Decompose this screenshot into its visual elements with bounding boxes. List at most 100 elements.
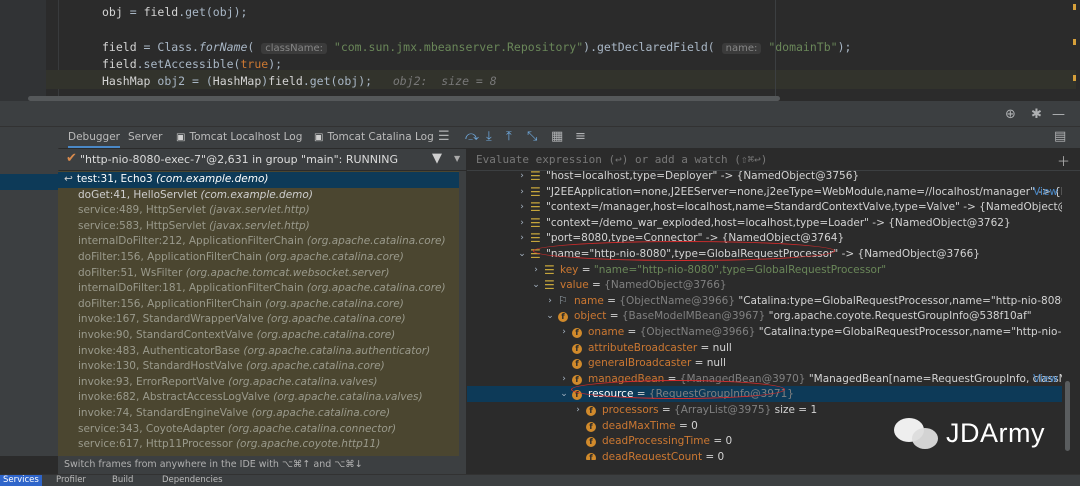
variable-name: generalBroadcaster <box>588 357 692 370</box>
status-dependencies[interactable]: Dependencies <box>162 475 223 486</box>
thread-selector[interactable]: ✔ "http-nio-8080-exec-7"@2,631 in group … <box>58 149 466 170</box>
frame-row[interactable]: service:617, Http11Processor (org.apache… <box>58 437 459 453</box>
variable-row[interactable]: ⌄ f object = {BaseModelMBean@3967} "org.ap… <box>467 308 1062 324</box>
tab-server[interactable]: Server <box>128 127 162 148</box>
frame-row[interactable]: internalDoFilter:181, ApplicationFilterC… <box>58 281 459 297</box>
tab-tomcat-localhost-log[interactable]: ▣ Tomcat Localhost Log <box>176 127 302 148</box>
expand-layout-icon[interactable]: ⊕ <box>1005 108 1016 122</box>
variable-row[interactable]: › ☰ key = "name="http-nio-8080",type=Globa… <box>467 262 1062 278</box>
frame-row[interactable]: service:583, HttpServlet (javax.servlet.… <box>58 219 459 235</box>
chevron-down-icon[interactable]: ⌄ <box>517 246 527 262</box>
map-entry-icon: ☰ <box>530 184 541 199</box>
frame-method: invoke:90, StandardContextValve <box>78 329 254 341</box>
frame-row[interactable]: invoke:483, AuthenticatorBase (org.apach… <box>58 344 459 360</box>
tab-debugger[interactable]: Debugger <box>68 127 120 148</box>
step-over-icon[interactable]: ⤼ <box>465 129 479 145</box>
show-execution-point-icon[interactable]: ☰ <box>438 129 450 145</box>
variable-row[interactable]: › ☰ "J2EEApplication=none,J2EEServer=none,… <box>467 184 1062 200</box>
step-out-icon[interactable]: ⤒ <box>506 129 512 145</box>
chevron-right-icon[interactable]: › <box>573 402 583 418</box>
warning-marker[interactable] <box>1073 75 1076 81</box>
frames-list[interactable]: ↩ test:31, Echo3 (com.example.demo) doGet:… <box>58 171 459 456</box>
frame-method: doGet:41, HelloServlet <box>78 188 198 201</box>
chevron-right-icon[interactable]: › <box>531 262 541 278</box>
frame-row[interactable]: invoke:167, StandardWrapperValve (org.ap… <box>58 312 459 328</box>
variable-row[interactable]: f generalBroadcaster = null <box>467 355 1062 371</box>
filter-icon[interactable]: ▼ <box>432 151 442 166</box>
variable-row[interactable]: › ☰ "host=localhost,type=Deployer" -> {Nam… <box>467 171 1062 184</box>
frame-row[interactable]: internalDoFilter:212, ApplicationFilterC… <box>58 234 459 250</box>
code-line[interactable]: HashMap obj2 = (HashMap)field.get(obj); … <box>102 72 497 90</box>
chevron-down-icon[interactable]: ⌄ <box>559 386 569 402</box>
variable-row[interactable]: › f oname = {ObjectName@3966} "Catalina:ty… <box>467 324 1062 340</box>
view-link[interactable]: View <box>1033 184 1058 200</box>
chevron-right-icon[interactable]: › <box>517 230 527 246</box>
warning-marker[interactable] <box>1073 4 1076 10</box>
layout-settings-icon[interactable]: ▤ <box>1054 129 1066 145</box>
status-profiler[interactable]: Profiler <box>56 475 86 486</box>
frame-row[interactable]: invoke:90, StandardContextValve (org.apa… <box>58 328 459 344</box>
code-line[interactable]: field.setAccessible(true); <box>102 55 282 73</box>
evaluate-expression-icon[interactable]: ▦ <box>551 129 563 145</box>
chevron-right-icon[interactable]: › <box>559 371 569 387</box>
variable-value: {BaseModelMBean@3967} <box>621 310 769 323</box>
code-token: field <box>102 40 137 54</box>
run-to-cursor-icon[interactable]: ⤡ <box>527 129 537 145</box>
frame-row[interactable]: doGet:41, HelloServlet (com.example.demo… <box>58 188 459 204</box>
variable-value: "context=/manager,host=localhost,name=St… <box>546 201 1062 214</box>
minimize-icon[interactable]: — <box>1052 108 1065 122</box>
chevron-right-icon[interactable]: › <box>517 171 527 184</box>
chevron-right-icon[interactable]: › <box>517 215 527 231</box>
frame-method: service:343, CoyoteAdapter <box>78 422 225 435</box>
step-into-icon[interactable]: ⤓ <box>486 129 492 145</box>
code-line[interactable]: obj = field.get(obj); <box>102 3 247 21</box>
frame-row[interactable]: service:489, HttpServlet (javax.servlet.… <box>58 203 459 219</box>
code-token: ( <box>247 40 262 54</box>
variable-value: "context=/demo_war_exploded,host=localho… <box>546 216 1011 229</box>
variable-name: value <box>560 279 589 292</box>
frame-row[interactable]: service:343, CoyoteAdapter (org.apache.c… <box>58 422 459 438</box>
code-token: = <box>122 5 144 19</box>
frame-row[interactable]: invoke:93, ErrorReportValve (org.apache.… <box>58 375 459 391</box>
variables-scrollbar[interactable] <box>1062 171 1080 460</box>
code-line[interactable]: field = Class.forName( className: "com.s… <box>102 38 851 56</box>
frame-row[interactable]: doFilter:156, ApplicationFilterChain (or… <box>58 297 459 313</box>
frame-row[interactable]: ↩ test:31, Echo3 (com.example.demo) <box>58 172 459 188</box>
variable-value: "host=localhost,type=Deployer" -> {Named… <box>546 171 860 182</box>
frame-row[interactable]: invoke:682, AbstractAccessLogValve (org.… <box>58 390 459 406</box>
variable-row[interactable]: › ☰ "context=/demo_war_exploded,host=local… <box>467 215 1062 231</box>
view-link[interactable]: View <box>1033 371 1058 387</box>
variable-name: deadMaxTime <box>602 419 676 432</box>
frame-package: (org.apache.catalina.core) <box>306 235 446 248</box>
frame-row[interactable]: invoke:74, StandardEngineValve (org.apac… <box>58 406 459 422</box>
frames-hint: Switch frames from anywhere in the IDE w… <box>58 456 466 474</box>
frame-row[interactable]: doFilter:51, WsFilter (org.apache.tomcat… <box>58 266 459 282</box>
status-services[interactable]: Services <box>0 475 42 486</box>
warning-marker[interactable] <box>1073 39 1076 45</box>
frame-row[interactable]: invoke:130, StandardHostValve (org.apach… <box>58 359 459 375</box>
code-token: ); <box>268 57 283 71</box>
status-build[interactable]: Build <box>112 475 133 486</box>
evaluate-expression-bar[interactable]: Evaluate expression (↩) or add a watch (… <box>467 149 1080 171</box>
parameter-hint: className: <box>261 43 327 54</box>
variable-row[interactable]: f attributeBroadcaster = null <box>467 340 1062 356</box>
chevron-down-icon[interactable]: ⌄ <box>531 277 541 293</box>
restore-layout-icon[interactable]: ≡ <box>575 129 586 145</box>
frame-row[interactable]: doFilter:156, ApplicationFilterChain (or… <box>58 250 459 266</box>
chevron-right-icon[interactable]: › <box>517 184 527 200</box>
variable-row[interactable]: ⌄ ☰ value = {NamedObject@3766} <box>467 277 1062 293</box>
field-icon: f <box>586 449 596 460</box>
chevron-down-icon[interactable]: ▼ <box>454 154 460 163</box>
frames-scrollbar[interactable] <box>459 171 466 456</box>
variable-row[interactable]: › ⚐ name = {ObjectName@3966} "Catalina:typ… <box>467 293 1062 309</box>
chevron-down-icon[interactable]: ⌄ <box>545 308 555 324</box>
gear-icon[interactable]: ✱ <box>1031 108 1042 122</box>
chevron-right-icon[interactable]: › <box>559 324 569 340</box>
scrollbar-thumb[interactable] <box>1065 381 1070 451</box>
variable-row[interactable]: › ☰ "context=/manager,host=localhost,name=… <box>467 199 1062 215</box>
chevron-right-icon[interactable]: › <box>517 199 527 215</box>
tab-tomcat-catalina-log[interactable]: ▣ Tomcat Catalina Log <box>314 127 434 148</box>
chevron-right-icon[interactable]: › <box>545 293 555 309</box>
code-editor[interactable]: obj = field.get(obj); field = Class.forNa… <box>0 0 1080 103</box>
add-watch-icon[interactable]: ＋ <box>1057 151 1070 170</box>
